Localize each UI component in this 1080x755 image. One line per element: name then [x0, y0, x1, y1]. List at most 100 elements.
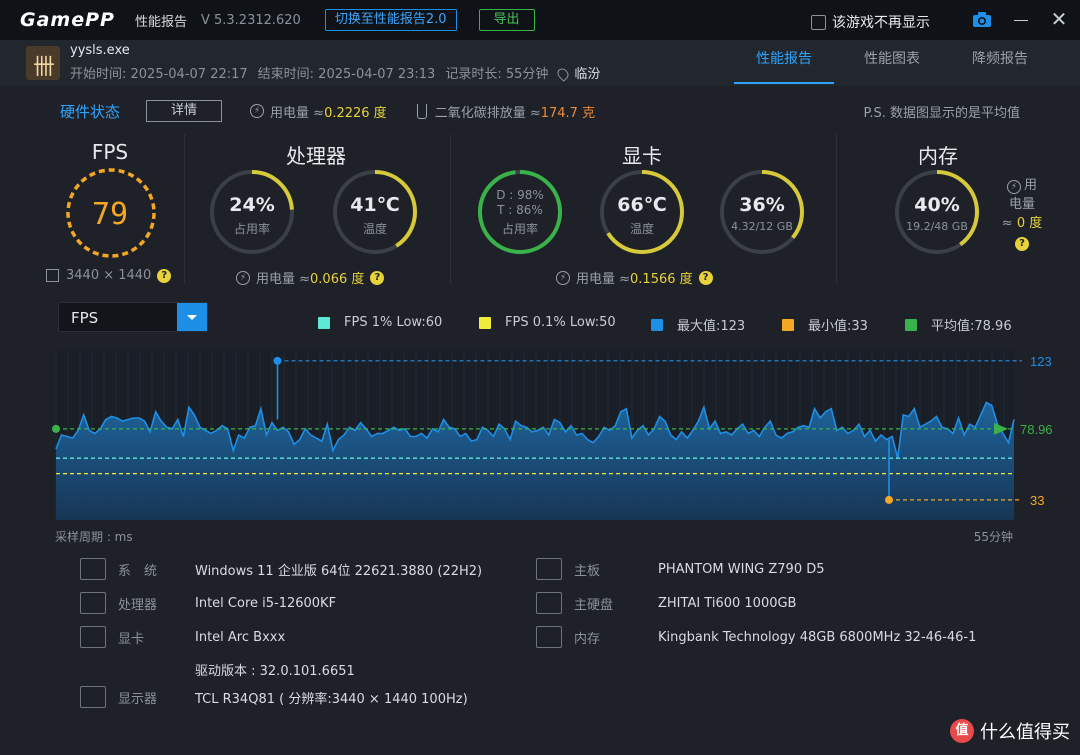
title-bar: GamePP 性能报告 V 5.3.2312.620 切换至性能报告2.0 导出…	[0, 0, 1080, 40]
app-logo: GamePP	[20, 9, 115, 31]
gpu-d-usage: D : 98%	[496, 188, 544, 202]
help-icon[interactable]: ?	[157, 268, 172, 283]
legend-swatch	[651, 318, 663, 331]
monitor-value: TCL R34Q81 ( 分辨率:3440 × 1440 100Hz)	[195, 691, 468, 707]
watermark-logo-icon: 值	[950, 719, 974, 743]
cpu-usage-gauge: 24% 占用率	[208, 168, 296, 256]
duration: 记录时长: 55分钟	[445, 67, 549, 82]
total-power: ⚡ 用电量 ≈ 0.2226 度	[250, 102, 387, 121]
power-icon: ⚡	[250, 104, 265, 118]
hide-game-checkbox[interactable]	[811, 14, 826, 30]
minimize-icon[interactable]	[1014, 20, 1028, 21]
resolution-icon	[46, 269, 59, 282]
switch-report-button[interactable]: 切换至性能报告2.0	[324, 9, 457, 31]
gpu-temp-value: 66℃	[617, 194, 667, 216]
driver-version: 驱动版本 : 32.0.101.6651	[195, 664, 355, 679]
monitor-row: 显示器 TCL R34Q81 ( 分辨率:3440 × 1440 100Hz)	[80, 686, 468, 708]
cpu-row: 处理器 Intel Core i5-12600KF	[80, 592, 336, 614]
app-name: 性能报告	[134, 14, 187, 30]
windows-icon	[80, 558, 106, 580]
power-icon: ⚡	[556, 270, 570, 285]
divider	[450, 134, 451, 284]
gpu-power-value: 0.1566 度	[630, 272, 693, 287]
max-label: 123	[1030, 354, 1052, 369]
divider	[184, 134, 185, 284]
average-note: P.S. 数据图显示的是平均值	[863, 105, 1020, 121]
monitor-icon	[80, 686, 106, 708]
average-point	[52, 424, 60, 433]
cpu-value: Intel Core i5-12600KF	[195, 595, 337, 611]
disk-row: 主硬盘 ZHITAI Ti600 1000GB	[536, 592, 796, 614]
memory-usage-gauge: 40% 19.2/48 GB	[893, 168, 981, 256]
gpu-icon	[80, 626, 106, 648]
gpu-vram-gauge: 36% 4.32/12 GB	[718, 168, 806, 256]
export-button[interactable]: 导出	[478, 9, 535, 31]
cpu-temp-gauge: 41℃ 温度	[331, 168, 419, 256]
memory-icon	[536, 626, 562, 648]
detail-button[interactable]: 详情	[146, 100, 223, 122]
help-icon[interactable]: ?	[1015, 237, 1029, 251]
location-pin-icon	[555, 66, 572, 82]
legend-item: 平均值:78.96	[905, 315, 1012, 334]
legend-swatch	[905, 318, 917, 331]
memory-head: 内存	[918, 144, 958, 168]
cpu-power-value: 0.066 度	[310, 272, 365, 287]
app-version: V 5.3.2312.620	[200, 12, 301, 28]
game-info-bar: 卌 yysls.exe 开始时间: 2025-04-07 22:17 结束时间:…	[0, 40, 1080, 86]
chevron-down-icon[interactable]	[177, 303, 207, 331]
gpu-t-usage: T : 86%	[497, 203, 543, 217]
x-axis-label: 采样周期 : ms	[55, 530, 133, 544]
min-label: 33	[1030, 493, 1044, 508]
memory-power: ⚡ 用 电量 ≈ 0 度 ?	[1001, 178, 1043, 251]
location: 临汾	[555, 63, 600, 82]
tab-performance-chart[interactable]: 性能图表	[842, 40, 942, 86]
resolution-value: 3440 × 1440	[66, 268, 152, 283]
average-label: 78.96	[1020, 422, 1053, 437]
gpu-vram-label: 4.32/12 GB	[731, 220, 793, 233]
gpu-temp-gauge: 66℃ 温度	[598, 168, 686, 256]
hide-game-toggle[interactable]: 该游戏不再显示	[811, 12, 930, 32]
metric-select-value: FPS	[71, 309, 99, 327]
gpu-usage-gauge: D : 98% T : 86% 占用率	[476, 168, 564, 256]
metric-select[interactable]: FPS	[58, 302, 208, 332]
cpu-usage-label: 占用率	[233, 222, 270, 236]
camera-icon[interactable]	[972, 11, 992, 28]
legend-item: FPS 0.1% Low:50	[479, 315, 616, 330]
legend-item: 最大值:123	[651, 315, 745, 334]
gpu-usage-label: 占用率	[501, 222, 538, 236]
start-time: 开始时间: 2025-04-07 22:17	[70, 67, 248, 82]
help-icon[interactable]: ?	[698, 270, 713, 285]
gpu-vram-value: 36%	[739, 194, 785, 216]
help-icon[interactable]: ?	[370, 270, 385, 285]
game-icon: 卌	[26, 46, 60, 80]
hide-game-label: 该游戏不再显示	[832, 15, 930, 31]
memory-usage-value: 40%	[914, 194, 960, 216]
co2-value: 174.7 克	[540, 105, 596, 121]
close-icon[interactable]: ✕	[1050, 9, 1068, 29]
gpu-row: 显卡 Intel Arc Bxxx	[80, 626, 285, 648]
fps-chart: 123 33 78.96	[52, 350, 1053, 520]
gpu-head: 显卡	[622, 144, 662, 168]
legend-swatch	[318, 316, 330, 329]
tab-throttle-report[interactable]: 降频报告	[950, 40, 1050, 86]
watermark: 值 什么值得买	[950, 718, 1070, 744]
hardware-status-row: 硬件状态 详情 ⚡ 用电量 ≈ 0.2226 度 二氧化碳排放量 ≈ 174.7…	[60, 100, 1020, 122]
disk-value: ZHITAI Ti600 1000GB	[658, 595, 797, 611]
power-icon: ⚡	[236, 270, 250, 285]
co2-emission: 二氧化碳排放量 ≈ 174.7 克	[416, 102, 596, 121]
power-icon: ⚡	[1006, 180, 1021, 194]
cpu-power: ⚡ 用电量 ≈ 0.066 度 ?	[236, 268, 385, 287]
flask-icon	[416, 103, 427, 119]
ram-value: Kingbank Technology 48GB 6800MHz 32-46-4…	[658, 629, 977, 645]
hardware-status-title: 硬件状态	[60, 102, 121, 121]
disk-icon	[536, 592, 562, 614]
fps-value: 79	[91, 197, 129, 232]
motherboard-icon	[536, 558, 562, 580]
cpu-icon	[80, 592, 106, 614]
tab-performance-report[interactable]: 性能报告	[734, 40, 834, 84]
gpu-temp-label: 温度	[629, 222, 654, 236]
legend-swatch	[479, 316, 491, 329]
memory-power-value: 0 度	[1016, 216, 1043, 231]
ram-row: 内存 Kingbank Technology 48GB 6800MHz 32-4…	[536, 626, 976, 648]
cpu-head: 处理器	[286, 144, 346, 168]
